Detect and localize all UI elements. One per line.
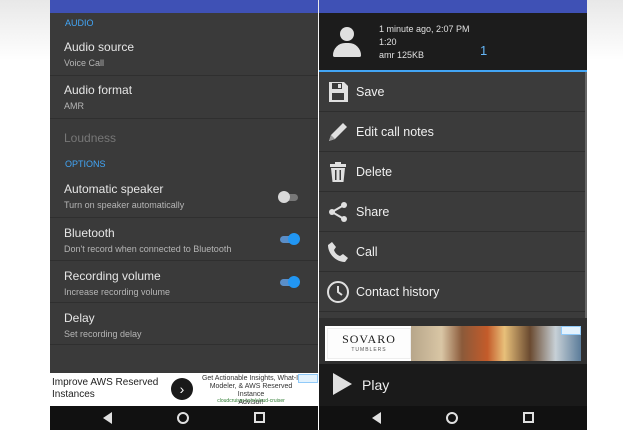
chevron-right-icon[interactable]: ›: [171, 378, 193, 400]
menu-item-save[interactable]: Save: [319, 72, 585, 112]
pref-title: Loudness: [64, 131, 117, 145]
bluetooth-toggle[interactable]: [278, 233, 300, 245]
phone-icon: [328, 242, 348, 262]
menu-item-label: Edit call notes: [356, 124, 434, 139]
ad-headline-line1: Improve AWS Reserved: [52, 377, 159, 388]
pref-summary: AMR: [64, 101, 84, 111]
toggle-thumb: [288, 233, 300, 245]
pref-recording-volume[interactable]: Recording volume Increase recording volu…: [50, 261, 318, 303]
system-nav-bar: [50, 406, 318, 430]
pref-summary: Don't record when connected to Bluetooth: [64, 244, 232, 254]
menu-item-edit-notes[interactable]: Edit call notes: [319, 112, 585, 152]
section-header-options: OPTIONS: [65, 159, 106, 169]
ad-choices-icon[interactable]: [298, 374, 318, 383]
pref-bluetooth[interactable]: Bluetooth Don't record when connected to…: [50, 218, 318, 261]
menu-scrollbar[interactable]: [585, 72, 587, 318]
home-icon[interactable]: [177, 412, 189, 424]
toggle-thumb: [288, 275, 300, 288]
menu-item-call[interactable]: Call: [319, 232, 585, 272]
pref-title: Audio format: [64, 83, 133, 97]
recents-icon[interactable]: [254, 412, 265, 423]
share-icon: [329, 202, 347, 222]
recents-icon[interactable]: [523, 412, 534, 423]
recording-header: 1 minute ago, 2:07 PM 1:20 amr 125KB 1: [319, 13, 587, 72]
play-button[interactable]: Play: [319, 364, 587, 406]
menu-item-label: Delete: [356, 164, 393, 179]
pref-loudness: Loudness: [50, 119, 318, 152]
recording-time: 1 minute ago, 2:07 PM: [379, 24, 470, 34]
ad-url[interactable]: cloudcruiser.com/cloud-cruiser: [196, 398, 306, 404]
menu-item-contact-history[interactable]: Contact history: [319, 272, 585, 312]
menu-item-label: Contact history: [356, 284, 440, 299]
clock-icon: [327, 281, 349, 303]
ad-headline: Improve AWS Reserved Instances: [52, 377, 158, 401]
avatar-head: [340, 27, 354, 41]
screenshot-stage: AUDIO Audio source Voice Call Audio form…: [0, 0, 623, 430]
ad-choices-icon[interactable]: [561, 326, 581, 335]
pref-audio-source[interactable]: Audio source Voice Call: [50, 33, 318, 76]
back-icon[interactable]: [103, 412, 112, 424]
play-icon: [333, 373, 352, 395]
ad-body-line2: Modeler, & AWS Reserved Instance: [209, 383, 293, 398]
home-icon[interactable]: [446, 412, 458, 424]
recording-duration: 1:20: [379, 37, 397, 47]
ad-body-line1: Get Actionable Insights, What-If: [201, 375, 301, 382]
settings-screen: AUDIO Audio source Voice Call Audio form…: [50, 0, 318, 430]
menu-item-label: Save: [356, 84, 385, 99]
recording-count: 1: [480, 43, 488, 58]
action-menu: Save Edit call notes Delete Share Call C…: [319, 72, 585, 318]
automatic-speaker-toggle[interactable]: [278, 190, 300, 203]
toggle-thumb: [278, 190, 290, 203]
menu-item-share[interactable]: Share: [319, 192, 585, 232]
trash-icon: [330, 162, 346, 182]
menu-item-label: Call: [356, 244, 378, 259]
system-nav-bar: [319, 406, 587, 430]
ad-banner-aws[interactable]: Improve AWS Reserved Instances › Get Act…: [50, 373, 318, 406]
save-icon: [329, 82, 348, 102]
pencil-icon: [329, 123, 347, 141]
pref-delay[interactable]: Delay Set recording delay: [50, 303, 318, 345]
recording-volume-toggle[interactable]: [278, 275, 300, 288]
contact-avatar-icon: [331, 27, 363, 59]
recording-meta: 1 minute ago, 2:07 PM 1:20 amr 125KB: [379, 23, 470, 62]
avatar-body: [333, 43, 361, 57]
menu-item-delete[interactable]: Delete: [319, 152, 585, 192]
ad-product-image: [411, 326, 581, 361]
pref-automatic-speaker[interactable]: Automatic speaker Turn on speaker automa…: [50, 176, 318, 218]
app-bar: [50, 0, 318, 13]
menu-item-label: Share: [356, 204, 390, 219]
back-icon[interactable]: [372, 412, 381, 424]
recording-detail-screen: 1 minute ago, 2:07 PM 1:20 amr 125KB 1 S…: [319, 0, 587, 430]
pref-summary: Increase recording volume: [64, 287, 171, 297]
recording-format-size: amr 125KB: [379, 50, 425, 60]
ad-headline-line2: Instances: [52, 389, 95, 400]
pref-summary: Set recording delay: [64, 329, 142, 339]
app-bar: [319, 0, 587, 13]
pref-title: Delay: [64, 311, 95, 325]
ad-brand-logo: SOVARO TUMBLERS: [327, 328, 411, 359]
pref-audio-format[interactable]: Audio format AMR: [50, 76, 318, 119]
play-label: Play: [362, 377, 390, 393]
ad-brand-name: SOVARO: [342, 332, 396, 346]
section-header-audio: AUDIO: [65, 18, 94, 28]
pref-title: Audio source: [64, 40, 135, 54]
ad-brand-sub: TUMBLERS: [351, 347, 387, 353]
ad-banner-sovaro[interactable]: SOVARO TUMBLERS: [325, 326, 581, 361]
pref-summary: Voice Call: [64, 58, 105, 68]
